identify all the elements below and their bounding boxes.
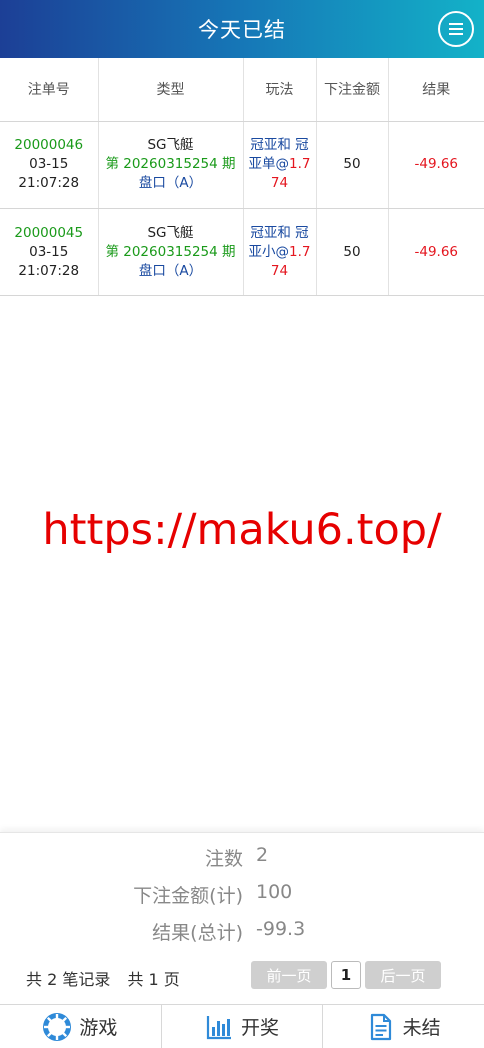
- page-count: 共 1 页: [127, 970, 180, 989]
- next-page-button[interactable]: 后一页: [365, 961, 441, 989]
- type-cell: SG飞艇 第 20260315254 期 盘口（A）: [98, 208, 244, 296]
- bet-date: 03-15: [29, 243, 69, 260]
- tab-results-label: 开奖: [241, 1017, 280, 1039]
- menu-button[interactable]: [438, 11, 474, 47]
- col-header-amount: 下注金额: [316, 58, 389, 122]
- tab-unsettled-label: 未结: [402, 1017, 441, 1039]
- prev-page-button[interactable]: 前一页: [251, 961, 327, 989]
- bet-date: 03-15: [29, 156, 69, 173]
- type-cell: SG飞艇 第 20260315254 期 盘口（A）: [98, 121, 244, 209]
- amount-cell: 50: [316, 208, 389, 296]
- bet-id-cell: 20000046 03-15 21:07:28: [0, 121, 99, 209]
- odds-at: @: [275, 243, 290, 260]
- result-value: -99.3: [256, 918, 306, 940]
- hamburger-icon: [449, 23, 463, 35]
- table-row[interactable]: 20000046 03-15 21:07:28 SG飞艇 第 202603152…: [0, 121, 484, 209]
- bet-time: 21:07:28: [18, 175, 80, 192]
- issue-number: 第 20260315254 期: [105, 243, 236, 260]
- bets-table: 注单号 类型 玩法 下注金额 结果 20000046 03-15 21:07:2…: [0, 58, 484, 296]
- tab-results[interactable]: 开奖: [162, 1005, 324, 1048]
- tab-games[interactable]: 游戏: [0, 1005, 162, 1048]
- col-header-type: 类型: [98, 58, 244, 122]
- table-row[interactable]: 20000045 03-15 21:07:28 SG飞艇 第 202603152…: [0, 208, 484, 296]
- app-header: 今天已结: [0, 0, 484, 58]
- play-cell: 冠亚和 冠亚单@1.774: [243, 121, 317, 209]
- bet-time: 21:07:28: [18, 262, 80, 279]
- bet-id: 20000046: [14, 137, 84, 154]
- issue-number: 第 20260315254 期: [105, 156, 236, 173]
- col-header-play: 玩法: [243, 58, 317, 122]
- lifebuoy-icon: [43, 1012, 72, 1041]
- record-count: 共 2 笔记录: [26, 970, 111, 989]
- count-label: 注数: [204, 848, 243, 870]
- market-label: 盘口（A）: [138, 175, 203, 192]
- bet-id: 20000045: [14, 224, 84, 241]
- odds-at: @: [275, 156, 290, 173]
- play-cell: 冠亚和 冠亚小@1.774: [243, 208, 317, 296]
- col-header-bet-id: 注单号: [0, 58, 99, 122]
- current-page-button[interactable]: 1: [331, 961, 361, 989]
- amount-cell: 50: [316, 121, 389, 209]
- bottom-tab-bar: 游戏 开奖 未结: [0, 1004, 484, 1048]
- document-icon: [370, 1013, 391, 1040]
- page-title: 今天已结: [198, 18, 286, 42]
- amount-value: 100: [256, 881, 293, 903]
- bet-id-cell: 20000045 03-15 21:07:28: [0, 208, 99, 296]
- result-label: 结果(总计): [152, 922, 243, 944]
- market-label: 盘口（A）: [138, 262, 203, 279]
- result-cell: -49.66: [388, 121, 484, 209]
- pager-info: 共 2 笔记录 共 1 页: [26, 966, 180, 990]
- col-header-result: 结果: [388, 58, 484, 122]
- amount-label: 下注金额(计): [133, 885, 243, 907]
- summary-panel: 注数 2 下注金额(计) 100 结果(总计) -99.3 共 2 笔记录 共 …: [0, 832, 484, 1004]
- game-name: SG飞艇: [147, 224, 194, 241]
- result-cell: -49.66: [388, 208, 484, 296]
- game-name: SG飞艇: [147, 137, 194, 154]
- watermark-url: https://maku6.top/: [42, 505, 442, 555]
- table-header-row: 注单号 类型 玩法 下注金额 结果: [0, 58, 484, 122]
- count-value: 2: [256, 844, 269, 866]
- bar-chart-icon: [206, 1015, 231, 1039]
- tab-games-label: 游戏: [79, 1017, 118, 1039]
- tab-unsettled[interactable]: 未结: [323, 1005, 484, 1048]
